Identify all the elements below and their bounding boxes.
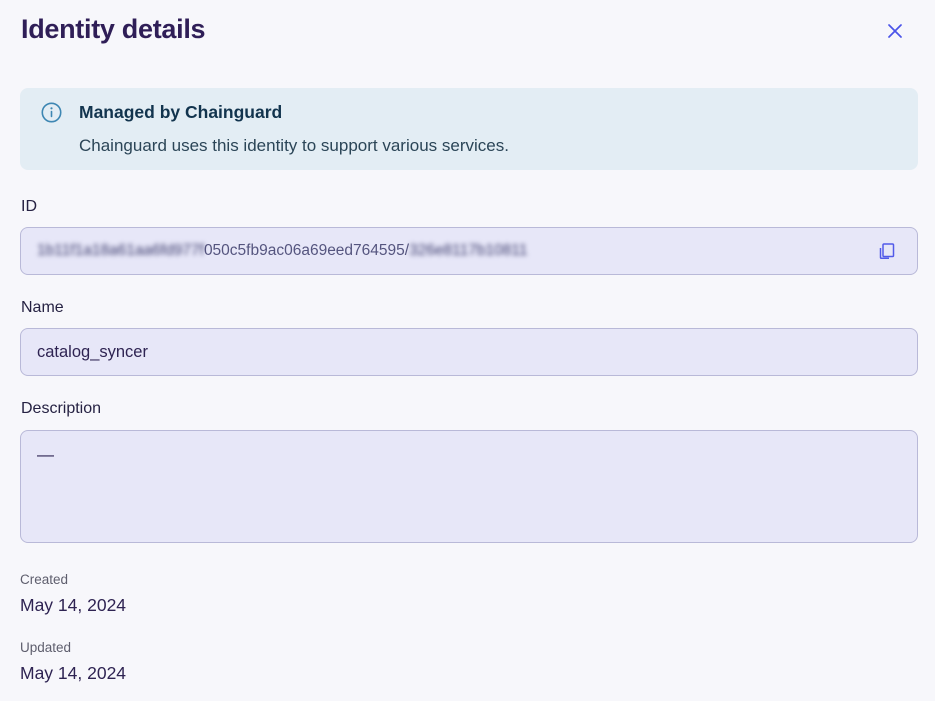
updated-label: Updated	[20, 639, 918, 657]
close-icon	[885, 29, 905, 44]
name-label: Name	[21, 297, 918, 319]
id-field[interactable]: 1b11f1a18a61aa6fd977f050c5fb9ac06a69eed7…	[20, 227, 918, 275]
copy-id-button[interactable]	[874, 239, 899, 264]
id-visible-value: 050c5fb9ac06a69eed764595/	[204, 242, 409, 260]
created-label: Created	[20, 571, 918, 589]
banner-title: Managed by Chainguard	[79, 101, 509, 123]
info-icon	[41, 102, 62, 123]
close-button[interactable]	[882, 18, 908, 44]
name-input[interactable]	[20, 328, 918, 376]
id-label: ID	[21, 196, 918, 218]
description-label: Description	[21, 398, 918, 420]
id-redacted-suffix: 326e8117b10811	[409, 242, 527, 260]
banner-text: Managed by Chainguard Chainguard uses th…	[79, 101, 509, 157]
copy-icon	[876, 250, 897, 265]
created-value: May 14, 2024	[20, 594, 918, 616]
identity-details-panel: Identity details Managed by Chainguard C…	[0, 0, 935, 701]
managed-by-banner: Managed by Chainguard Chainguard uses th…	[20, 88, 918, 170]
updated-value: May 14, 2024	[20, 662, 918, 684]
panel-header: Identity details	[20, 0, 918, 46]
banner-description: Chainguard uses this identity to support…	[79, 135, 509, 157]
description-textarea[interactable]: —	[20, 430, 918, 543]
page-title: Identity details	[21, 12, 918, 46]
id-redacted-prefix: 1b11f1a18a61aa6fd977f	[37, 242, 204, 260]
